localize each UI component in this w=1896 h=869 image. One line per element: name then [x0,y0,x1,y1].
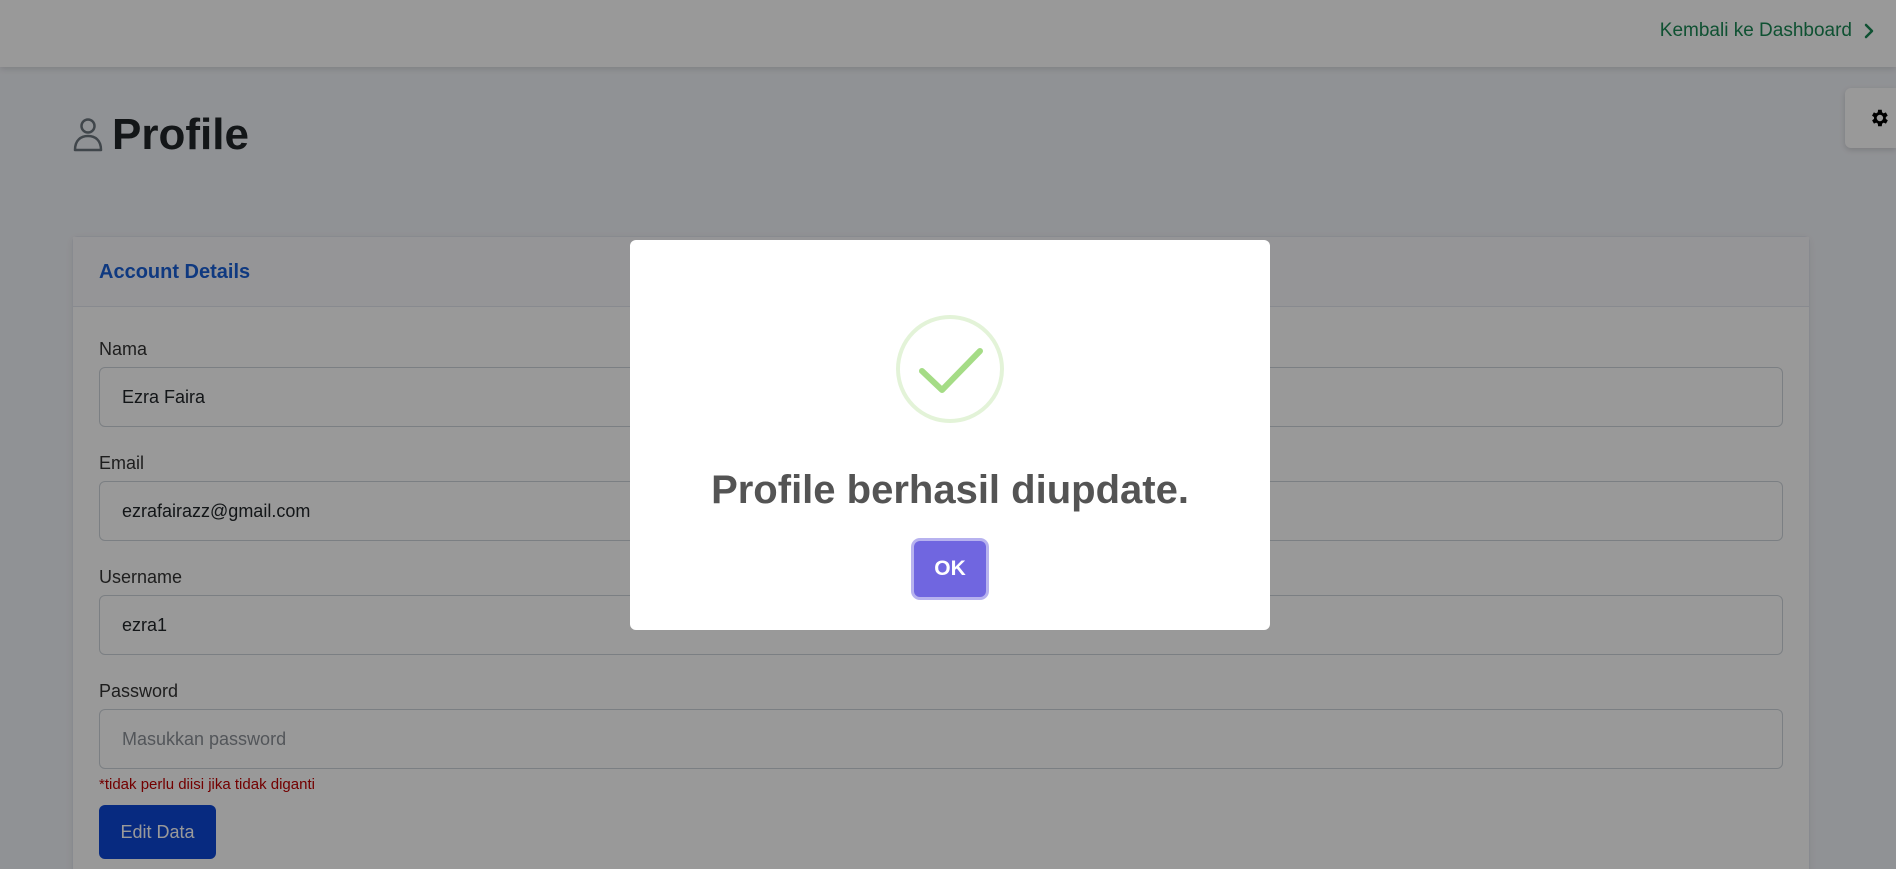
ok-button[interactable]: OK [914,541,986,597]
dialog-message: Profile berhasil diupdate. [711,468,1189,512]
success-dialog: Profile berhasil diupdate. OK [630,240,1270,630]
success-check-icon [896,315,1004,423]
